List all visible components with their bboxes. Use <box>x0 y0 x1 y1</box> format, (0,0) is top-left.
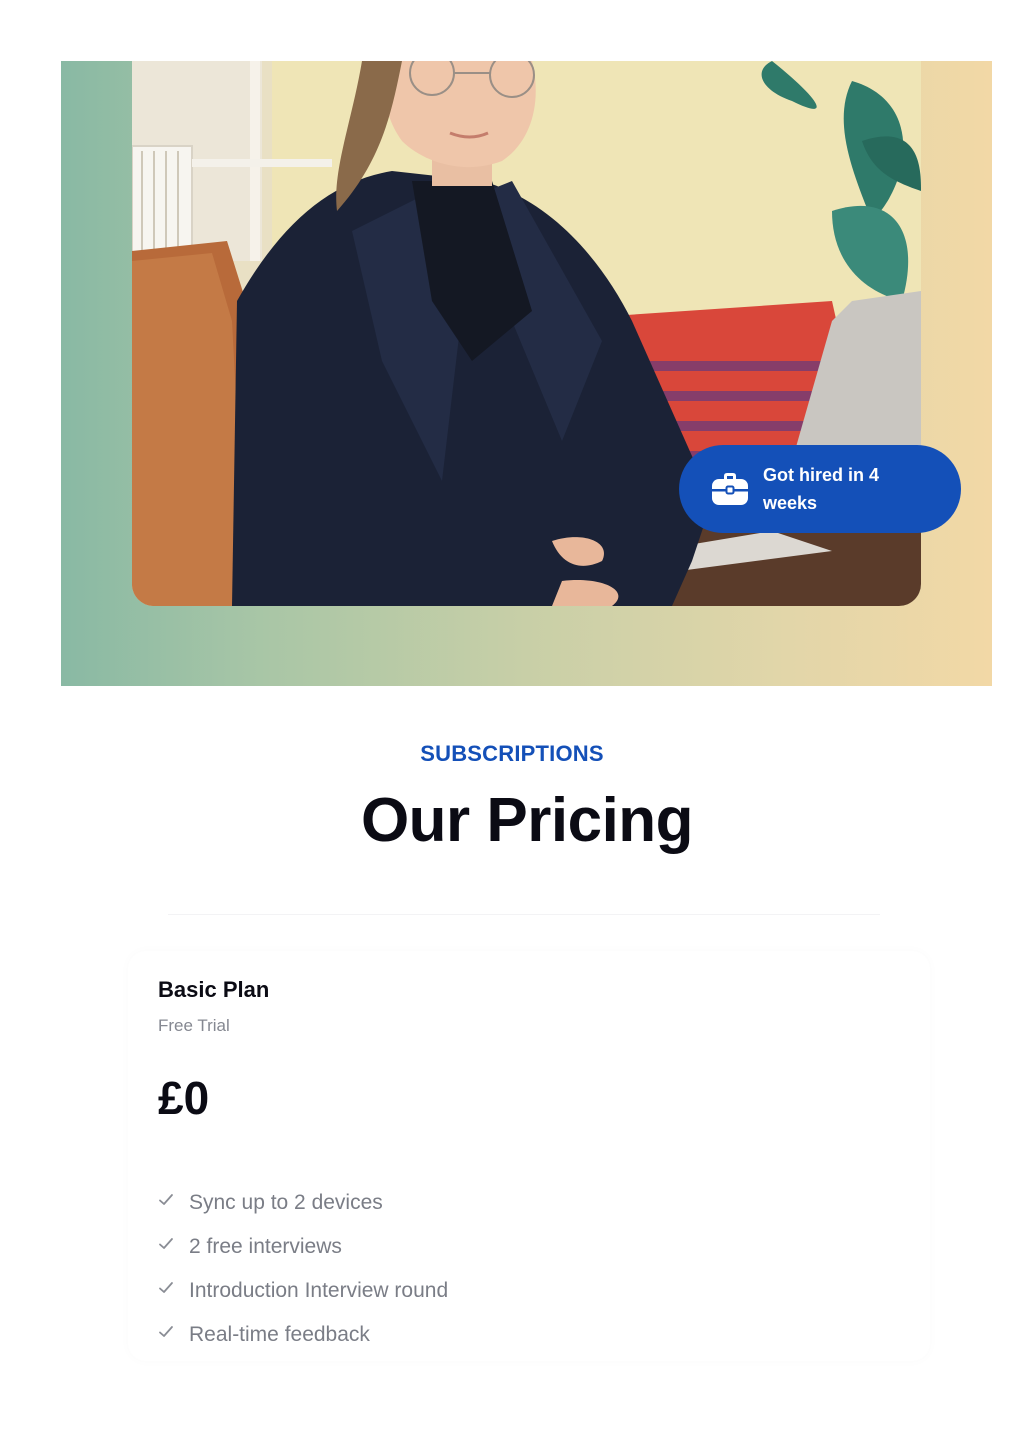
check-icon <box>159 1194 173 1205</box>
feature-label: 2 free interviews <box>189 1235 342 1258</box>
feature-label: Introduction Interview round <box>189 1279 449 1302</box>
badge-text: Got hired in 4 weeks <box>763 465 880 513</box>
check-icon <box>159 1238 173 1249</box>
feature-item: 2 free interviews <box>158 1225 448 1269</box>
feature-item: Introduction Interview round <box>158 1269 448 1313</box>
check-icon <box>159 1282 173 1293</box>
plan-subtitle: Free Trial <box>158 1016 230 1035</box>
pricing-card-basic: Basic Plan Free Trial £0 Sync up to 2 de… <box>128 951 930 1361</box>
feature-item: Sync up to 2 devices <box>158 1181 448 1225</box>
feature-list: Sync up to 2 devices 2 free interviews I… <box>158 1181 448 1357</box>
feature-label: Real-time feedback <box>189 1323 370 1346</box>
check-icon <box>159 1326 173 1337</box>
section-eyebrow: SUBSCRIPTIONS <box>420 741 604 766</box>
page-title: Our Pricing <box>360 786 694 855</box>
feature-label: Sync up to 2 devices <box>189 1191 383 1214</box>
briefcase-icon <box>712 473 748 505</box>
divider <box>168 914 880 915</box>
plan-price: £0 <box>158 1072 210 1124</box>
feature-item: Real-time feedback <box>158 1313 448 1357</box>
hired-badge: Got hired in 4 weeks <box>679 445 961 533</box>
hero-banner: Got hired in 4 weeks <box>61 61 992 686</box>
plan-name: Basic Plan <box>158 977 270 1002</box>
